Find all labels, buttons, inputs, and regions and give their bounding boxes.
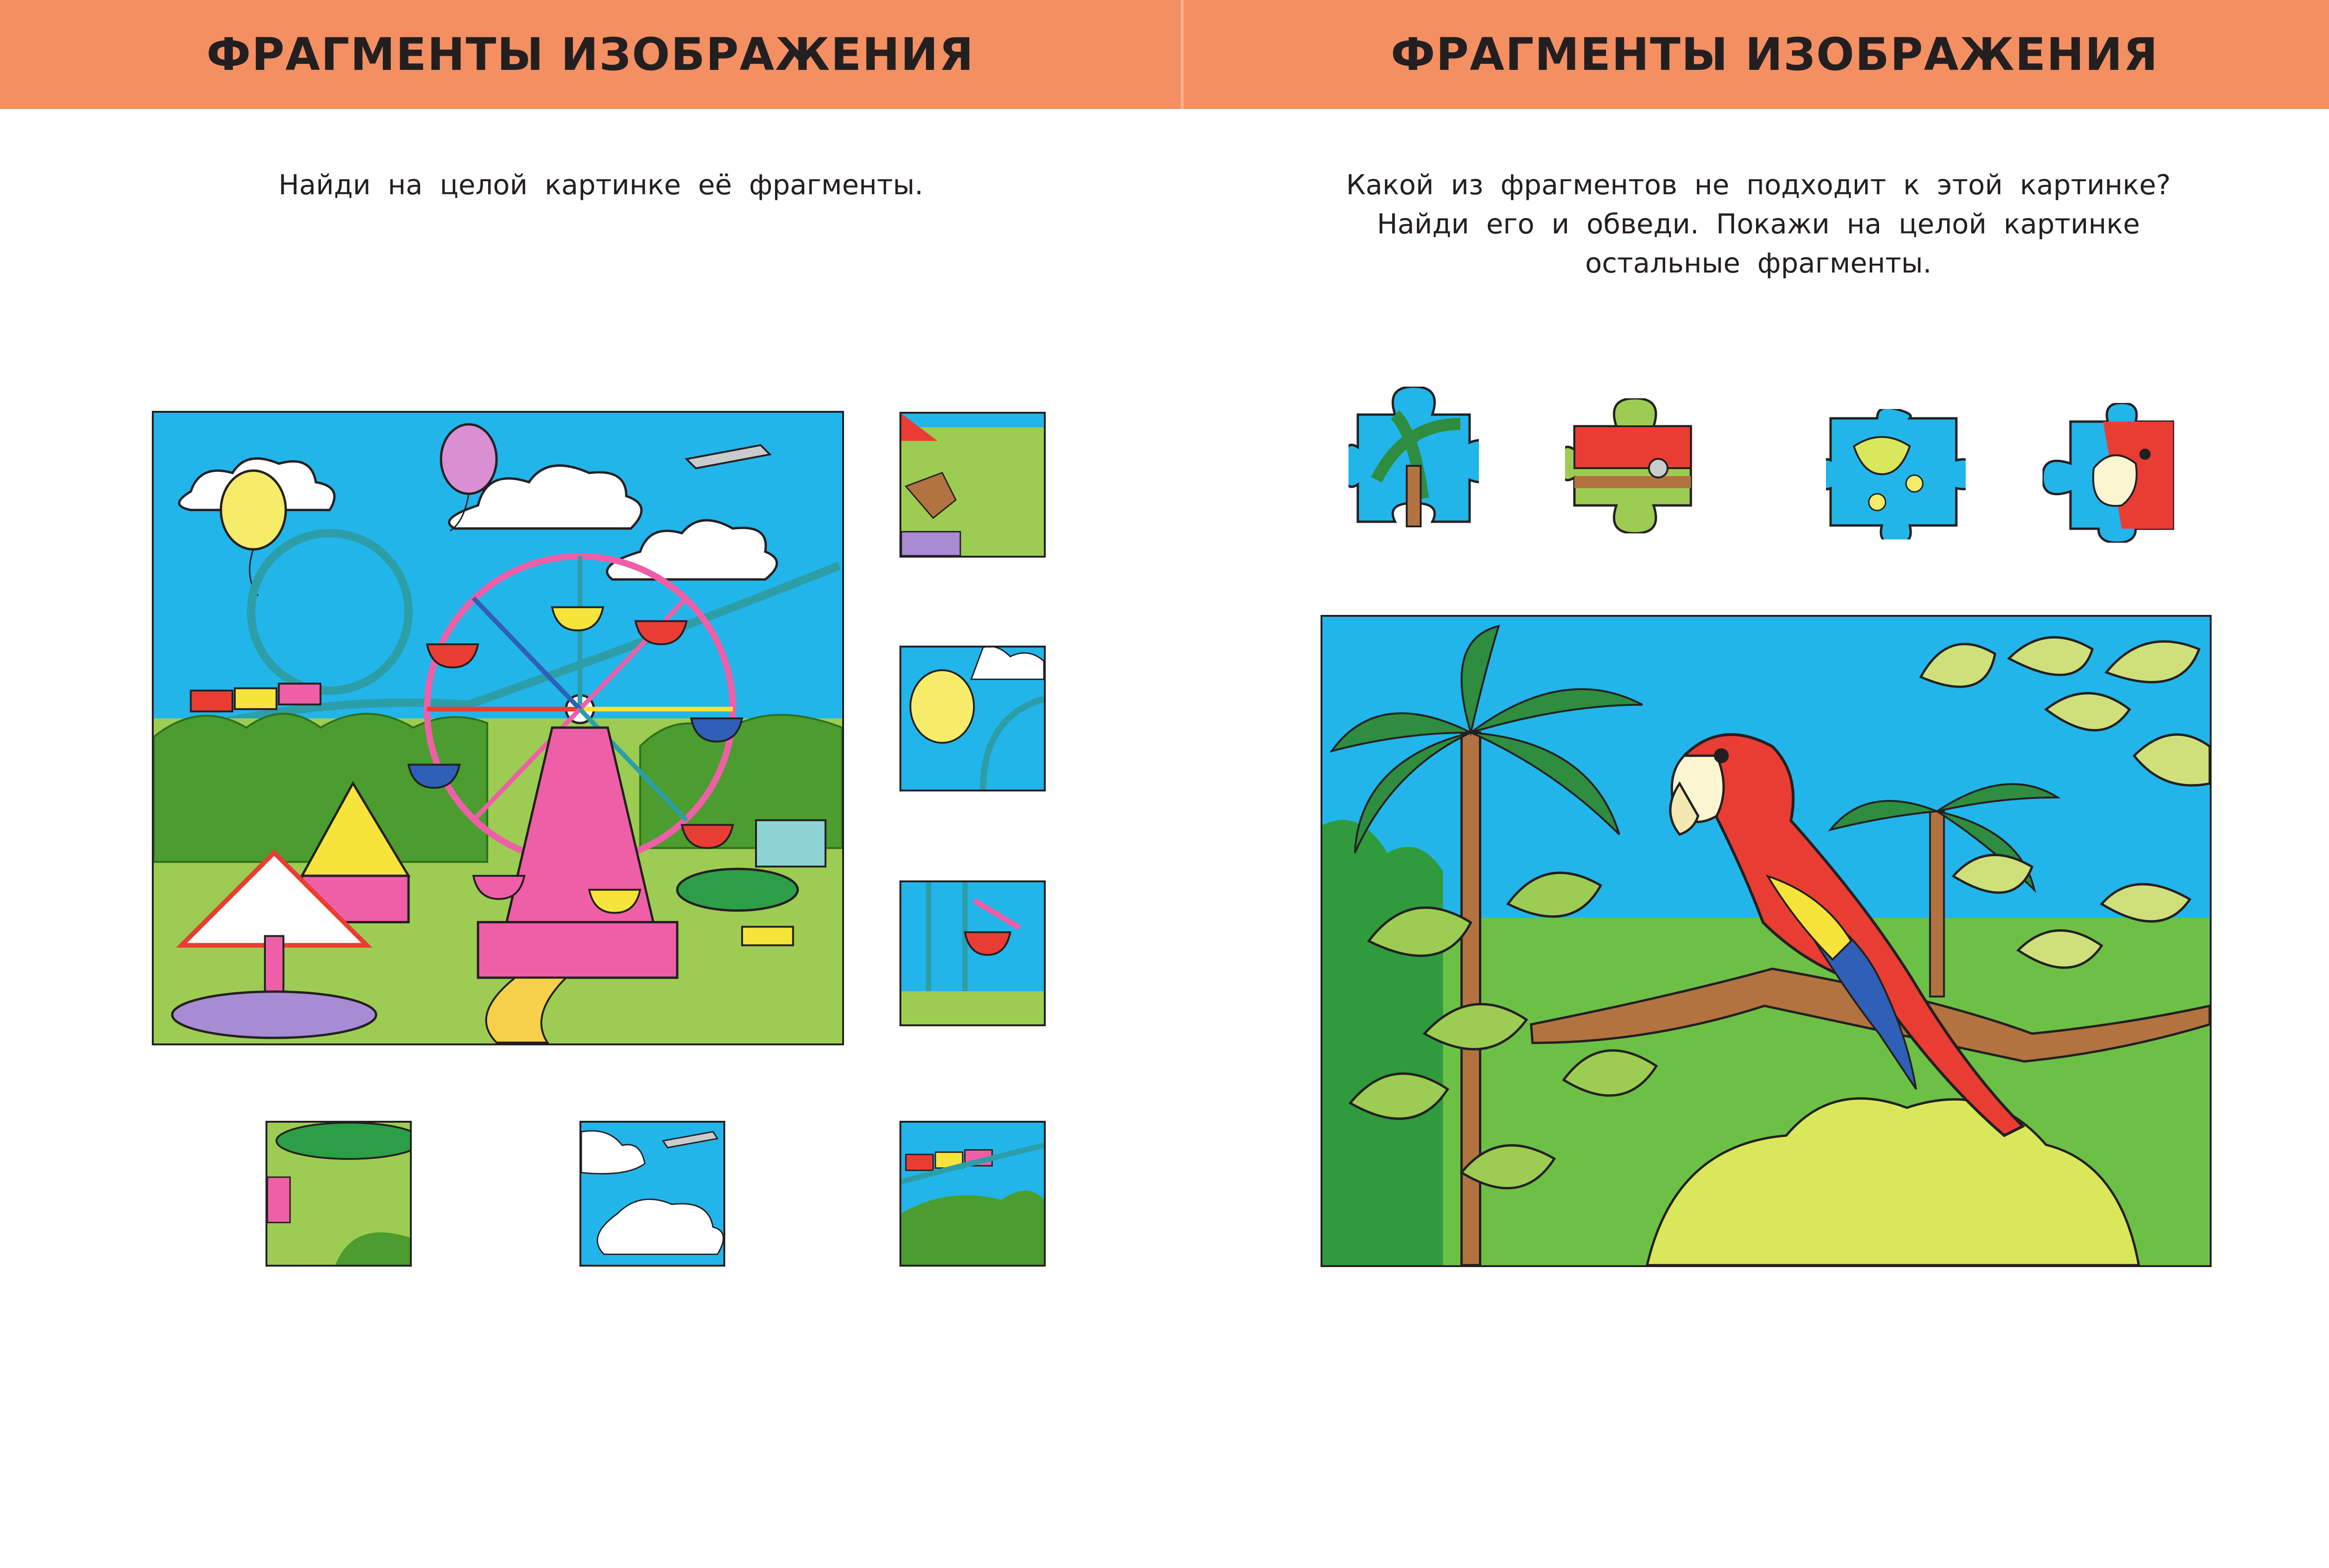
left-page-header: ФРАГМЕНТЫ ИЗОБРАЖЕНИЯ: [0, 0, 1181, 109]
fragment-2[interactable]: [899, 646, 1046, 791]
puzzle-piece-4[interactable]: [2043, 403, 2182, 543]
right-instruction-line-2: Найди его и обведи. Покажи на целой карт…: [1376, 208, 2140, 240]
puzzle-piece-3[interactable]: [1826, 409, 1966, 539]
parrot-jungle-picture: [1321, 615, 2212, 1267]
fragment-3[interactable]: [899, 880, 1046, 1026]
puzzle-piece-1[interactable]: [1348, 387, 1479, 531]
right-instruction-line-1: Какой из фрагментов не подходит к этой к…: [1346, 169, 2171, 201]
right-page-title: ФРАГМЕНТЫ ИЗОБРАЖЕНИЯ: [1390, 28, 2159, 81]
fragment-4[interactable]: [266, 1121, 412, 1267]
amusement-park-picture: [152, 411, 844, 1045]
fragment-5[interactable]: [579, 1121, 725, 1267]
fragment-6[interactable]: [899, 1121, 1046, 1267]
left-page-title: ФРАГМЕНТЫ ИЗОБРАЖЕНИЯ: [206, 28, 974, 81]
fragment-1[interactable]: [899, 412, 1046, 558]
left-instruction: Найди на целой картинке её фрагменты.: [278, 169, 924, 201]
puzzle-piece-2[interactable]: [1565, 398, 1705, 533]
right-page-header: ФРАГМЕНТЫ ИЗОБРАЖЕНИЯ: [1184, 0, 2329, 109]
right-instruction: Какой из фрагментов не подходит к этой к…: [1295, 165, 2222, 283]
right-instruction-line-3: остальные фрагменты.: [1585, 247, 1932, 279]
